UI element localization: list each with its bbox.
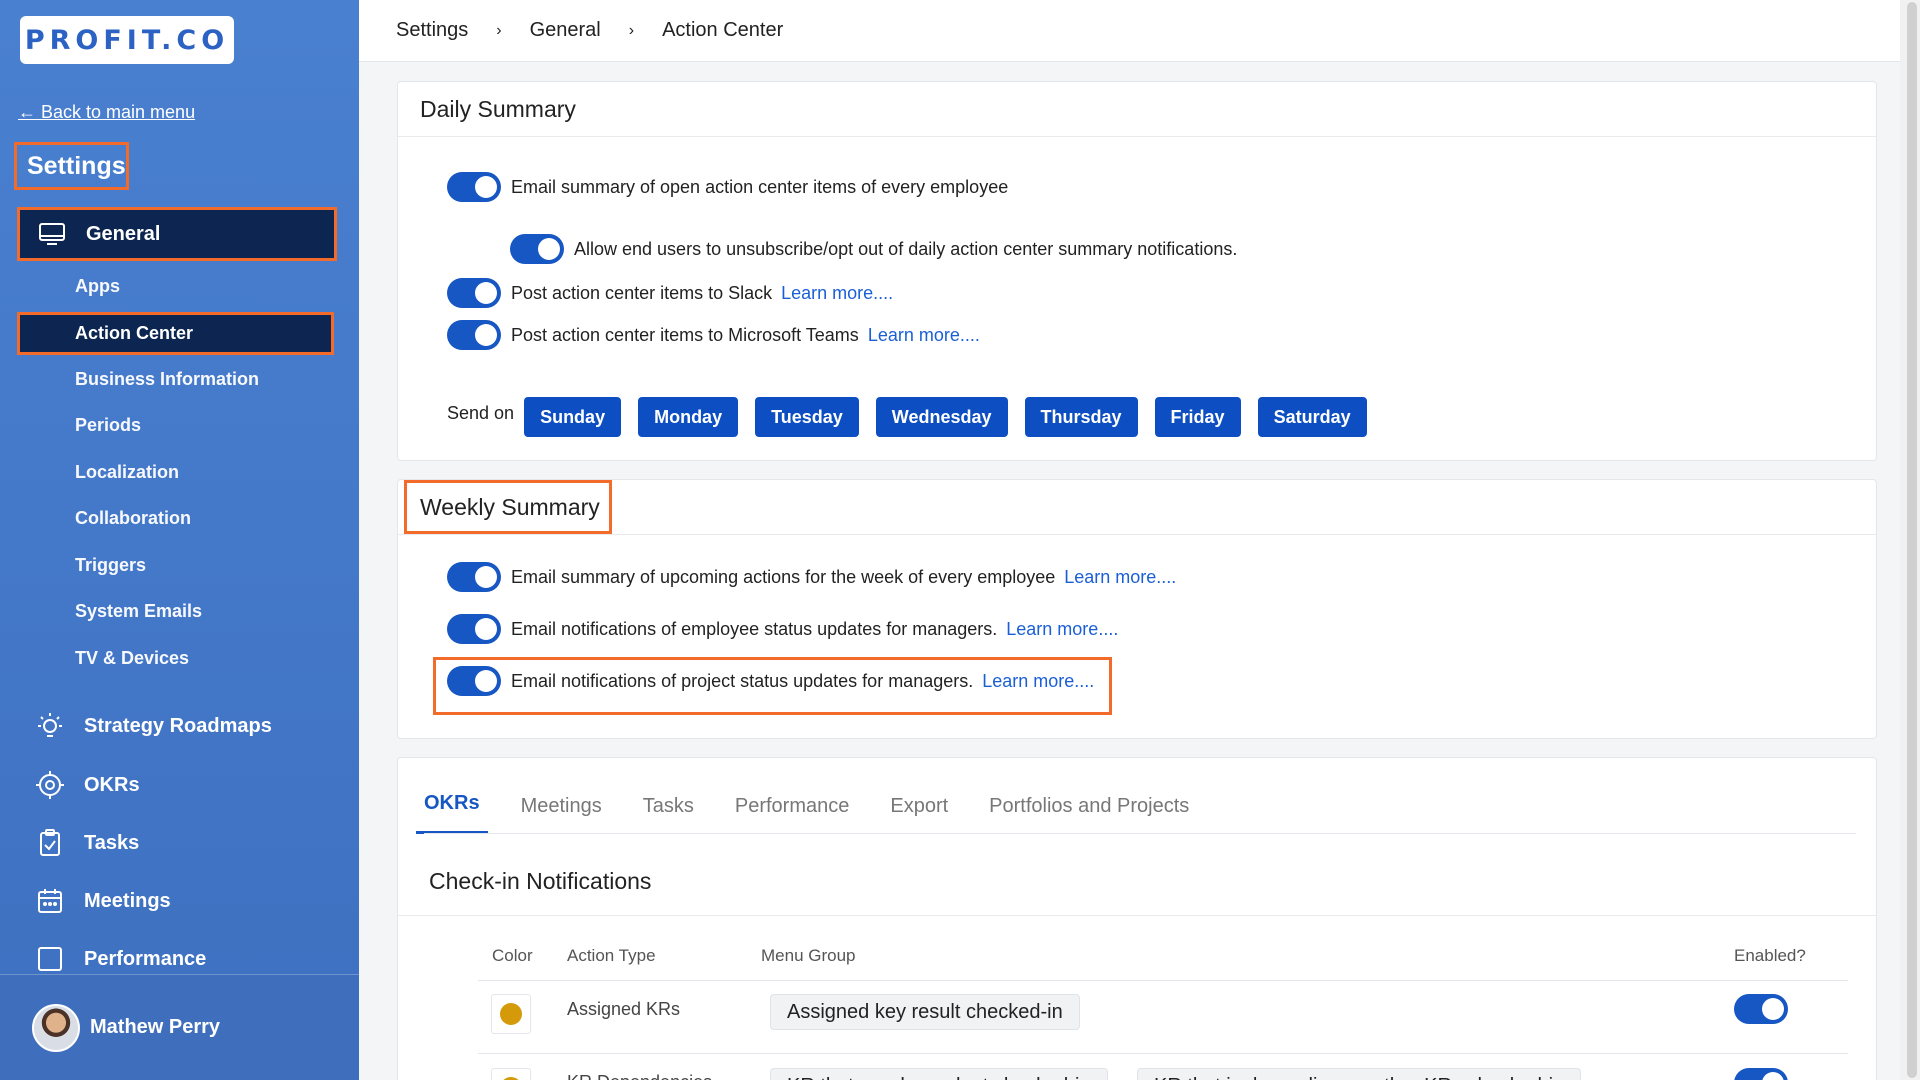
daily-unsubscribe-toggle[interactable] <box>510 234 564 264</box>
day-tuesday-button[interactable]: Tuesday <box>755 397 859 437</box>
sidebar-item-meetings[interactable]: Meetings <box>35 886 171 916</box>
day-sunday-button[interactable]: Sunday <box>524 397 622 437</box>
sidebar-item-action-center[interactable]: Action Center <box>17 312 334 355</box>
sidebar-item-triggers[interactable]: Triggers <box>75 555 146 576</box>
action-type: Assigned KRs <box>567 999 681 1019</box>
lightbulb-icon <box>38 713 62 737</box>
daily-teams-toggle[interactable] <box>447 320 501 350</box>
table-row-divider <box>478 1053 1848 1054</box>
sidebar-item-collaboration[interactable]: Collaboration <box>75 508 191 529</box>
tab-tasks[interactable]: Tasks <box>643 795 694 834</box>
tab-okrs[interactable]: OKRs <box>416 792 488 834</box>
enabled-toggle[interactable] <box>1734 994 1788 1024</box>
sidebar-item-periods[interactable]: Periods <box>75 415 141 436</box>
day-wednesday-button[interactable]: Wednesday <box>875 397 1008 437</box>
settings-title: Settings <box>14 142 129 190</box>
action-type: KR Dependencies <box>567 1072 712 1080</box>
target-icon <box>36 771 64 799</box>
performance-icon <box>38 947 62 971</box>
daily-unsubscribe-row: Allow end users to unsubscribe/opt out o… <box>510 234 1237 264</box>
color-swatch[interactable] <box>491 994 531 1034</box>
tab-export[interactable]: Export <box>890 795 948 834</box>
chevron-right-icon: › <box>628 21 635 39</box>
notifications-card: OKRs Meetings Tasks Performance Export P… <box>397 757 1877 1080</box>
column-header-menu-group: Menu Group <box>761 946 856 965</box>
day-saturday-button[interactable]: Saturday <box>1257 397 1367 437</box>
profit-co-logo[interactable]: PROFIT.CO <box>20 16 234 64</box>
sidebar-item-tv-devices[interactable]: TV & Devices <box>75 648 189 669</box>
scrollbar-thumb[interactable] <box>1907 2 1917 1078</box>
user-profile[interactable]: Mathew Perry <box>0 974 359 1080</box>
tab-divider <box>424 833 1856 834</box>
sidebar-item-okrs[interactable]: OKRs <box>35 770 140 800</box>
checkin-notifications-title: Check-in Notifications <box>429 868 652 894</box>
column-header-action-type: Action Type <box>567 946 656 965</box>
enabled-toggle[interactable] <box>1734 1068 1788 1080</box>
tab-performance[interactable]: Performance <box>735 795 850 834</box>
user-name: Mathew Perry <box>90 1016 221 1038</box>
column-header-color: Color <box>492 946 533 965</box>
day-friday-button[interactable]: Friday <box>1154 397 1241 437</box>
chevron-right-icon: › <box>496 21 502 39</box>
learn-more-link[interactable]: Learn more.... <box>1006 619 1118 640</box>
daily-email-summary-row: Email summary of open action center item… <box>447 172 1008 202</box>
learn-more-link[interactable]: Learn more.... <box>781 283 893 304</box>
send-on-row: Send on Sunday Monday Tuesday Wednesday … <box>447 397 1384 437</box>
breadcrumb-general[interactable]: General <box>530 19 601 42</box>
breadcrumb-settings[interactable]: Settings <box>396 19 468 42</box>
weekly-summary-highlight <box>404 480 612 534</box>
back-to-main-menu-link[interactable]: ← Back to main menu <box>18 102 195 123</box>
daily-slack-toggle[interactable] <box>447 278 501 308</box>
breadcrumb: Settings › General › Action Center <box>359 0 1900 62</box>
table-header-divider <box>478 980 1848 981</box>
avatar <box>32 1003 80 1052</box>
color-swatch[interactable] <box>491 1068 531 1080</box>
sidebar-item-business-information[interactable]: Business Information <box>75 369 259 390</box>
day-monday-button[interactable]: Monday <box>638 397 739 437</box>
monitor-icon <box>39 223 65 245</box>
weekly-upcoming-actions-toggle[interactable] <box>447 562 501 592</box>
sidebar-item-localization[interactable]: Localization <box>75 462 179 483</box>
weekly-summary-title: Weekly Summary <box>398 480 1876 535</box>
sidebar-item-general[interactable]: General <box>17 207 337 261</box>
tab-bar: OKRs Meetings Tasks Performance Export P… <box>416 778 1230 834</box>
section-divider <box>398 915 1876 916</box>
project-status-highlight <box>433 657 1112 715</box>
send-on-label: Send on <box>447 402 515 423</box>
daily-teams-row: Post action center items to Microsoft Te… <box>447 320 980 350</box>
breadcrumb-action-center: Action Center <box>662 19 784 41</box>
sidebar: PROFIT.CO ← Back to main menu Settings G… <box>0 0 359 1080</box>
sidebar-item-tasks[interactable]: Tasks <box>35 828 139 858</box>
daily-summary-title: Daily Summary <box>398 82 1876 137</box>
learn-more-link[interactable]: Learn more.... <box>1064 567 1176 588</box>
daily-slack-row: Post action center items to Slack Learn … <box>447 278 893 308</box>
learn-more-link[interactable]: Learn more.... <box>868 325 980 346</box>
daily-summary-card: Daily Summary Email summary of open acti… <box>397 81 1877 461</box>
sidebar-item-strategy-roadmaps[interactable]: Strategy Roadmaps <box>35 711 272 741</box>
calendar-icon <box>38 889 62 913</box>
daily-email-summary-toggle[interactable] <box>447 172 501 202</box>
tab-portfolios-and-projects[interactable]: Portfolios and Projects <box>989 795 1189 834</box>
day-thursday-button[interactable]: Thursday <box>1024 397 1138 437</box>
weekly-employee-status-toggle[interactable] <box>447 614 501 644</box>
sidebar-item-apps[interactable]: Apps <box>75 276 120 297</box>
clipboard-check-icon <box>40 829 60 856</box>
menu-group-chip: Assigned key result checked-in <box>770 994 1080 1030</box>
sidebar-item-system-emails[interactable]: System Emails <box>75 601 202 622</box>
sidebar-item-performance[interactable]: Performance <box>35 944 206 974</box>
column-header-enabled: Enabled? <box>1734 946 1806 965</box>
weekly-upcoming-actions-row: Email summary of upcoming actions for th… <box>447 562 1176 592</box>
tab-meetings[interactable]: Meetings <box>521 795 602 834</box>
weekly-employee-status-row: Email notifications of employee status u… <box>447 614 1118 644</box>
menu-group-chip: KR that are dependent checked-in <box>770 1068 1108 1080</box>
menu-group-chip: KR that is depending on other KRs checke… <box>1137 1068 1582 1080</box>
color-dot <box>500 1003 522 1025</box>
page-scrollbar[interactable] <box>1900 0 1920 1080</box>
